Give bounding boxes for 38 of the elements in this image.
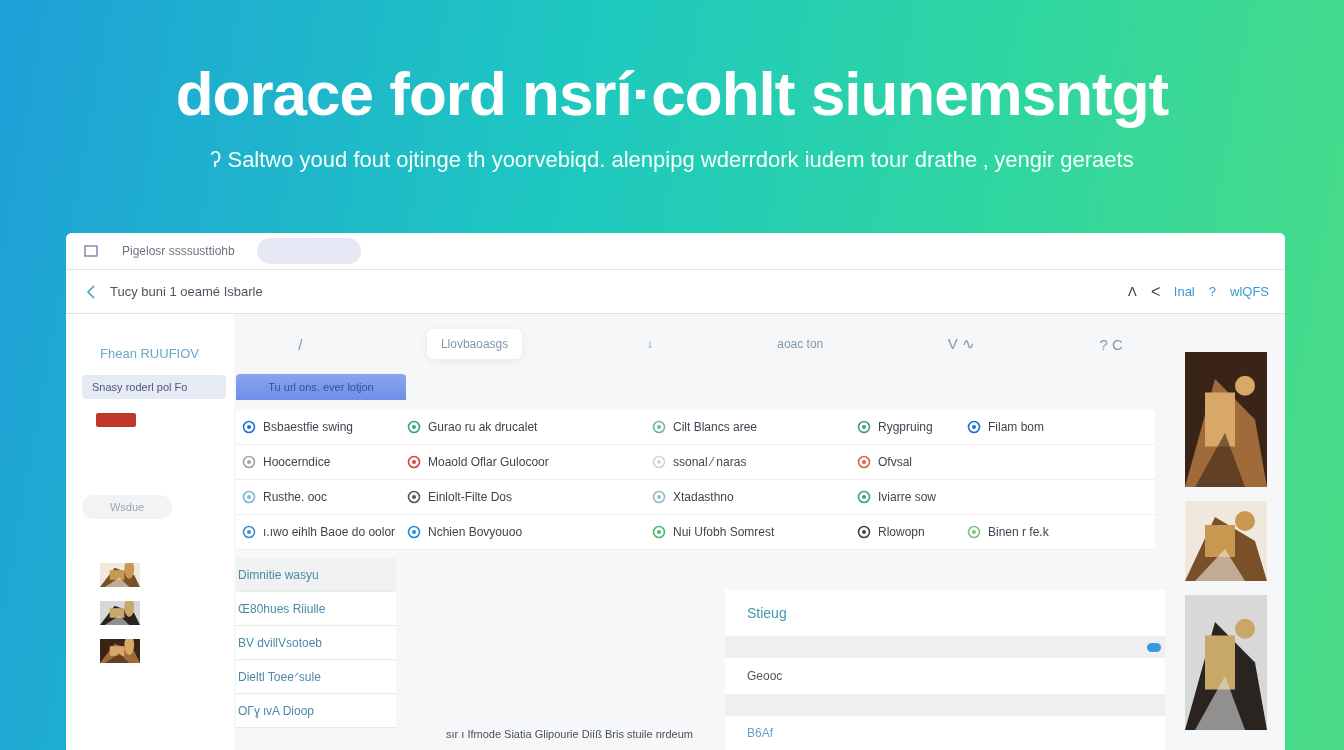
link-item[interactable]: Iviarre sow: [857, 490, 967, 504]
panel-text: Geooc: [747, 669, 783, 683]
link-item[interactable]: Filam bom: [967, 420, 1155, 434]
link-item[interactable]: Nui Ufobh Somrest: [652, 525, 857, 539]
link-item[interactable]: Rusthe. ooc: [242, 490, 407, 504]
note-text: sır ı Ifmode Siatia Glipourie Diíß Bris stuile nrdeum: [446, 728, 693, 740]
link-item[interactable]: ssonal ⁄ naras: [652, 455, 857, 469]
link-item[interactable]: Nchien Bovyouoo: [407, 525, 652, 539]
toolbar-item[interactable]: Λ: [1128, 284, 1137, 300]
list-item[interactable]: BV dvillVsotoeb: [236, 626, 396, 660]
panel-title: Stieug: [747, 605, 787, 621]
link-item[interactable]: Einlolt-Filte Dos: [407, 490, 652, 504]
link-item[interactable]: Moaold Oflar Gulocoor: [407, 455, 652, 469]
window-title: Pigelosr ssssusttiohb: [122, 244, 235, 259]
back-icon[interactable]: [86, 284, 96, 299]
list-item[interactable]: OΓɣ ιvA Dioop: [236, 694, 396, 728]
link-item[interactable]: Gurao ru ak drucalet: [407, 420, 652, 434]
headline: dorace ford nsrí·cohlt siunemsntgt: [175, 58, 1169, 129]
tag: [96, 413, 136, 427]
address-text: Tucy buni 1 oeamé Isbarle: [110, 284, 263, 300]
list-item[interactable]: Œ80hues Riiulle: [236, 592, 396, 626]
sidebar-heading: Fhean RUUFIOV: [99, 346, 200, 361]
link-item[interactable]: Rygpruing: [857, 420, 967, 434]
link-item[interactable]: Cilt Blancs aree: [652, 420, 857, 434]
link-item[interactable]: Binen r fe.k: [967, 525, 1155, 539]
subtitle: ʔ Saltwo youd fout ojtinge th yoorvebiqd. alenpipg wderrdork iudem tour drathe ‚ yengir geraets: [210, 147, 1134, 173]
link-item[interactable]: Rlowopn: [857, 525, 967, 539]
status-pill: [1147, 642, 1161, 652]
link-item[interactable]: Xtadasthno: [652, 490, 857, 504]
link-item[interactable]: Ofvsal: [857, 455, 967, 469]
list-item[interactable]: Dieltl Toeeᐟsule: [236, 660, 396, 694]
link-item[interactable]: ı.ıwo eihlh Baoe do oolor: [242, 525, 407, 539]
sidebar-item[interactable]: Snasy roderl pol Fo: [82, 375, 226, 399]
link-item[interactable]: Hoocerndice: [242, 455, 407, 469]
list-item[interactable]: Dimnitie wasyu: [236, 558, 396, 592]
link-item[interactable]: Bsbaestfie swing: [242, 420, 407, 434]
toolbar-item[interactable]: ᐸ: [1150, 284, 1160, 300]
document-icon: [84, 244, 100, 259]
